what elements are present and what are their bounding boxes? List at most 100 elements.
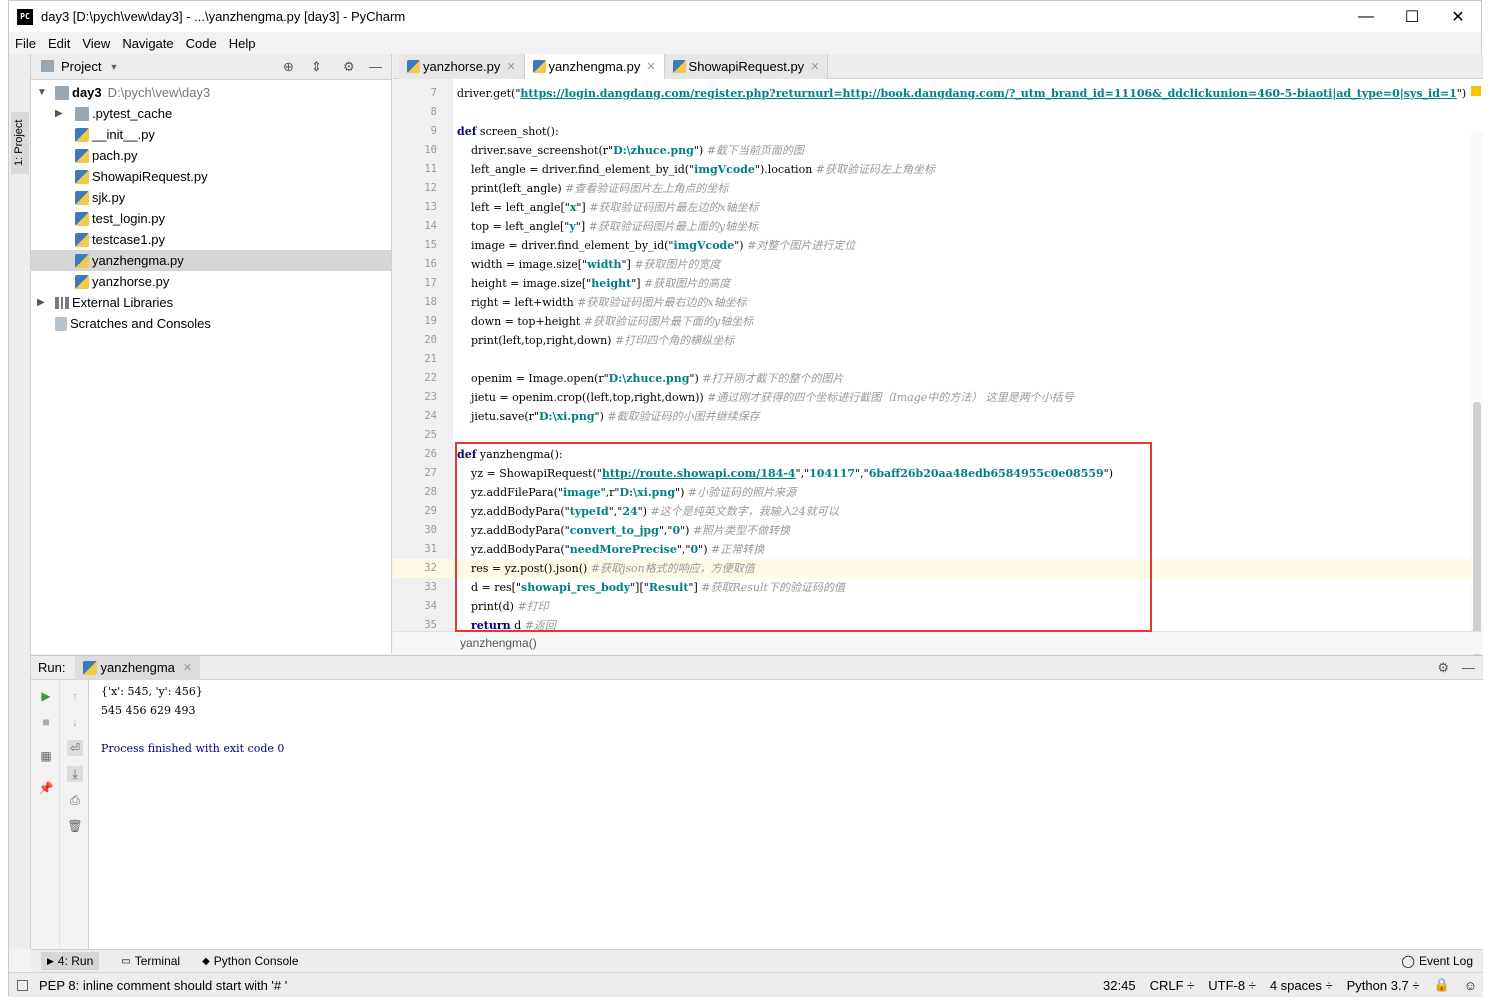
tree-item-file[interactable]: __init__.py bbox=[31, 124, 391, 145]
indent-setting[interactable]: 4 spaces ÷ bbox=[1270, 978, 1333, 993]
hide-icon[interactable]: — bbox=[369, 59, 382, 74]
tree-item-file[interactable]: yanzhorse.py bbox=[31, 271, 391, 292]
close-tab-icon[interactable]: ✕ bbox=[183, 661, 192, 674]
event-log-button[interactable]: ◯ Event Log bbox=[1402, 954, 1473, 968]
tree-item-file[interactable]: testcase1.py bbox=[31, 229, 391, 250]
expanded-arrow-icon[interactable]: ▼ bbox=[37, 87, 47, 98]
run-icon: ▶ bbox=[47, 955, 54, 966]
layout-icon[interactable]: ▦ bbox=[38, 748, 54, 764]
line-separator[interactable]: CRLF ÷ bbox=[1150, 978, 1195, 993]
code-line[interactable]: 20 print(left,top,right,down) #打印四个角的横纵坐… bbox=[393, 331, 1483, 350]
code-line[interactable]: 28 yz.addFilePara("image",r"D:\xi.png") … bbox=[393, 483, 1483, 502]
tree-item-file-selected[interactable]: yanzhengma.py bbox=[31, 250, 391, 271]
code-line[interactable]: 7 driver.get("https://login.dangdang.com/… bbox=[393, 84, 1483, 103]
hide-icon[interactable]: — bbox=[1462, 660, 1475, 675]
code-line[interactable]: 29 yz.addBodyPara("typeId","24") #这个是纯英文… bbox=[393, 502, 1483, 521]
status-message: PEP 8: inline comment should start with … bbox=[39, 977, 288, 993]
scroll-to-end-icon[interactable]: ⤓ bbox=[67, 766, 83, 782]
close-button[interactable]: ✕ bbox=[1435, 1, 1481, 32]
tree-item-file[interactable]: ShowapiRequest.py bbox=[31, 166, 391, 187]
menu-view[interactable]: View bbox=[76, 36, 116, 51]
tree-item-pytest-cache[interactable]: ▶ .pytest_cache bbox=[31, 103, 391, 124]
code-text: openim = Image.open(r"D:\zhuce.png") #打开… bbox=[457, 372, 844, 385]
gear-icon[interactable]: ⚙ bbox=[343, 59, 355, 75]
collapse-icon[interactable]: ⇕ bbox=[311, 59, 322, 75]
locate-icon[interactable]: ⊕ bbox=[283, 59, 294, 75]
close-tab-icon[interactable]: ✕ bbox=[646, 60, 655, 73]
menu-help[interactable]: Help bbox=[223, 36, 262, 51]
code-line[interactable]: 12 print(left_angle) #查看验证码图片左上角点的坐标 bbox=[393, 179, 1483, 198]
code-line[interactable]: 8 bbox=[393, 103, 1483, 122]
code-line[interactable]: 35 return d #返回 bbox=[393, 616, 1483, 631]
tab-terminal[interactable]: ▭ Terminal bbox=[121, 954, 180, 968]
stop-icon[interactable]: ■ bbox=[38, 714, 54, 730]
code-line[interactable]: 30 yz.addBodyPara("convert_to_jpg","0") … bbox=[393, 521, 1483, 540]
tab-showapirequest[interactable]: ShowapiRequest.py ✕ bbox=[664, 54, 829, 79]
code-line[interactable]: 23 jietu = openim.crop((left,top,right,d… bbox=[393, 388, 1483, 407]
python-interpreter[interactable]: Python 3.7 ÷ bbox=[1347, 978, 1420, 993]
collapsed-arrow-icon[interactable]: ▶ bbox=[55, 108, 63, 119]
code-line[interactable]: 27 yz = ShowapiRequest("http://route.sho… bbox=[393, 464, 1483, 483]
minimize-button[interactable]: — bbox=[1343, 1, 1389, 32]
code-line[interactable]: 16 width = image.size["width"] #获取图片的宽度 bbox=[393, 255, 1483, 274]
tree-item-file[interactable]: sjk.py bbox=[31, 187, 391, 208]
code-area[interactable]: 7 driver.get("https://login.dangdang.com/… bbox=[393, 79, 1483, 631]
project-view-selector[interactable]: Project bbox=[61, 59, 101, 74]
code-line[interactable]: 13 left = left_angle["x"] #获取验证码图片最左边的x轴… bbox=[393, 198, 1483, 217]
editor-scrollbar[interactable] bbox=[1471, 132, 1483, 682]
code-line[interactable]: 25 bbox=[393, 426, 1483, 445]
tree-external-libraries[interactable]: ▶ External Libraries bbox=[31, 292, 391, 313]
code-line[interactable]: 26 def yanzhengma(): bbox=[393, 445, 1483, 464]
tab-python-console[interactable]: ◆ Python Console bbox=[202, 954, 298, 968]
code-line[interactable]: 9 def screen_shot(): bbox=[393, 122, 1483, 141]
menu-code[interactable]: Code bbox=[180, 36, 223, 51]
tree-scratches[interactable]: Scratches and Consoles bbox=[31, 313, 391, 334]
trash-icon[interactable]: 🗑 bbox=[67, 818, 83, 834]
tree-item-file[interactable]: test_login.py bbox=[31, 208, 391, 229]
code-line[interactable]: 15 image = driver.find_element_by_id("im… bbox=[393, 236, 1483, 255]
console-output[interactable]: {'x': 545, 'y': 456} 545 456 629 493 Pro… bbox=[101, 682, 284, 758]
lock-icon[interactable]: 🔒 bbox=[1434, 977, 1450, 993]
code-line[interactable]: 17 height = image.size["height"] #获取图片的高… bbox=[393, 274, 1483, 293]
code-line[interactable]: 24 jietu.save(r"D:\xi.png") #截取验证码的小图并继续… bbox=[393, 407, 1483, 426]
tree-root[interactable]: ▼ day3 D:\pych\vew\day3 bbox=[31, 82, 391, 103]
notifications-icon[interactable]: ☺ bbox=[1464, 978, 1477, 993]
inspection-warning-icon[interactable] bbox=[1471, 86, 1481, 96]
down-arrow-icon[interactable]: ↓ bbox=[67, 714, 83, 730]
gear-icon[interactable]: ⚙ bbox=[1437, 660, 1449, 676]
rerun-icon[interactable]: ▶ bbox=[38, 688, 54, 704]
code-line[interactable]: 19 down = top+height #获取验证码图片最下面的y轴坐标 bbox=[393, 312, 1483, 331]
code-line[interactable]: 18 right = left+width #获取验证码图片最右边的x轴坐标 bbox=[393, 293, 1483, 312]
tab-yanzhengma[interactable]: yanzhengma.py ✕ bbox=[524, 54, 665, 79]
collapsed-arrow-icon[interactable]: ▶ bbox=[37, 297, 45, 308]
menu-file[interactable]: File bbox=[9, 36, 42, 51]
close-tab-icon[interactable]: ✕ bbox=[506, 60, 515, 73]
code-line[interactable]: 10 driver.save_screenshot(r"D:\zhuce.png… bbox=[393, 141, 1483, 160]
code-line[interactable]: 21 bbox=[393, 350, 1483, 369]
tab-run[interactable]: ▶ 4: Run bbox=[41, 952, 100, 970]
pin-icon[interactable]: 📌 bbox=[38, 780, 54, 796]
tab-yanzhorse[interactable]: yanzhorse.py ✕ bbox=[399, 54, 525, 79]
breadcrumb[interactable]: yanzhengma() bbox=[393, 631, 1483, 654]
menu-navigate[interactable]: Navigate bbox=[116, 36, 179, 51]
code-line[interactable]: 14 top = left_angle["y"] #获取验证码图片最上面的y轴坐… bbox=[393, 217, 1483, 236]
code-line[interactable]: 31 yz.addBodyPara("needMorePrecise","0")… bbox=[393, 540, 1483, 559]
toggle-tool-windows-icon[interactable] bbox=[17, 979, 28, 991]
soft-wrap-icon[interactable]: ⏎ bbox=[67, 740, 83, 756]
tree-item-file[interactable]: pach.py bbox=[31, 145, 391, 166]
code-line[interactable]: 33 d = res["showapi_res_body"]["Result"]… bbox=[393, 578, 1483, 597]
code-line[interactable]: 34 print(d) #打印 bbox=[393, 597, 1483, 616]
up-arrow-icon[interactable]: ↑ bbox=[67, 688, 83, 704]
menu-edit[interactable]: Edit bbox=[42, 36, 76, 51]
file-encoding[interactable]: UTF-8 ÷ bbox=[1208, 978, 1256, 993]
print-icon[interactable]: ⎙ bbox=[67, 792, 83, 808]
maximize-button[interactable]: ☐ bbox=[1389, 1, 1435, 32]
caret-position[interactable]: 32:45 bbox=[1103, 978, 1136, 993]
code-line[interactable]: 32 res = yz.post().json() #获取json格式的响应，方… bbox=[393, 559, 1483, 578]
close-tab-icon[interactable]: ✕ bbox=[810, 60, 819, 73]
chevron-down-icon[interactable]: ▼ bbox=[109, 62, 118, 72]
code-line[interactable]: 22 openim = Image.open(r"D:\zhuce.png") … bbox=[393, 369, 1483, 388]
project-tool-tab[interactable]: 1: Project bbox=[11, 112, 29, 174]
code-line[interactable]: 11 left_angle = driver.find_element_by_i… bbox=[393, 160, 1483, 179]
run-tab[interactable]: yanzhengma ✕ bbox=[75, 655, 201, 680]
